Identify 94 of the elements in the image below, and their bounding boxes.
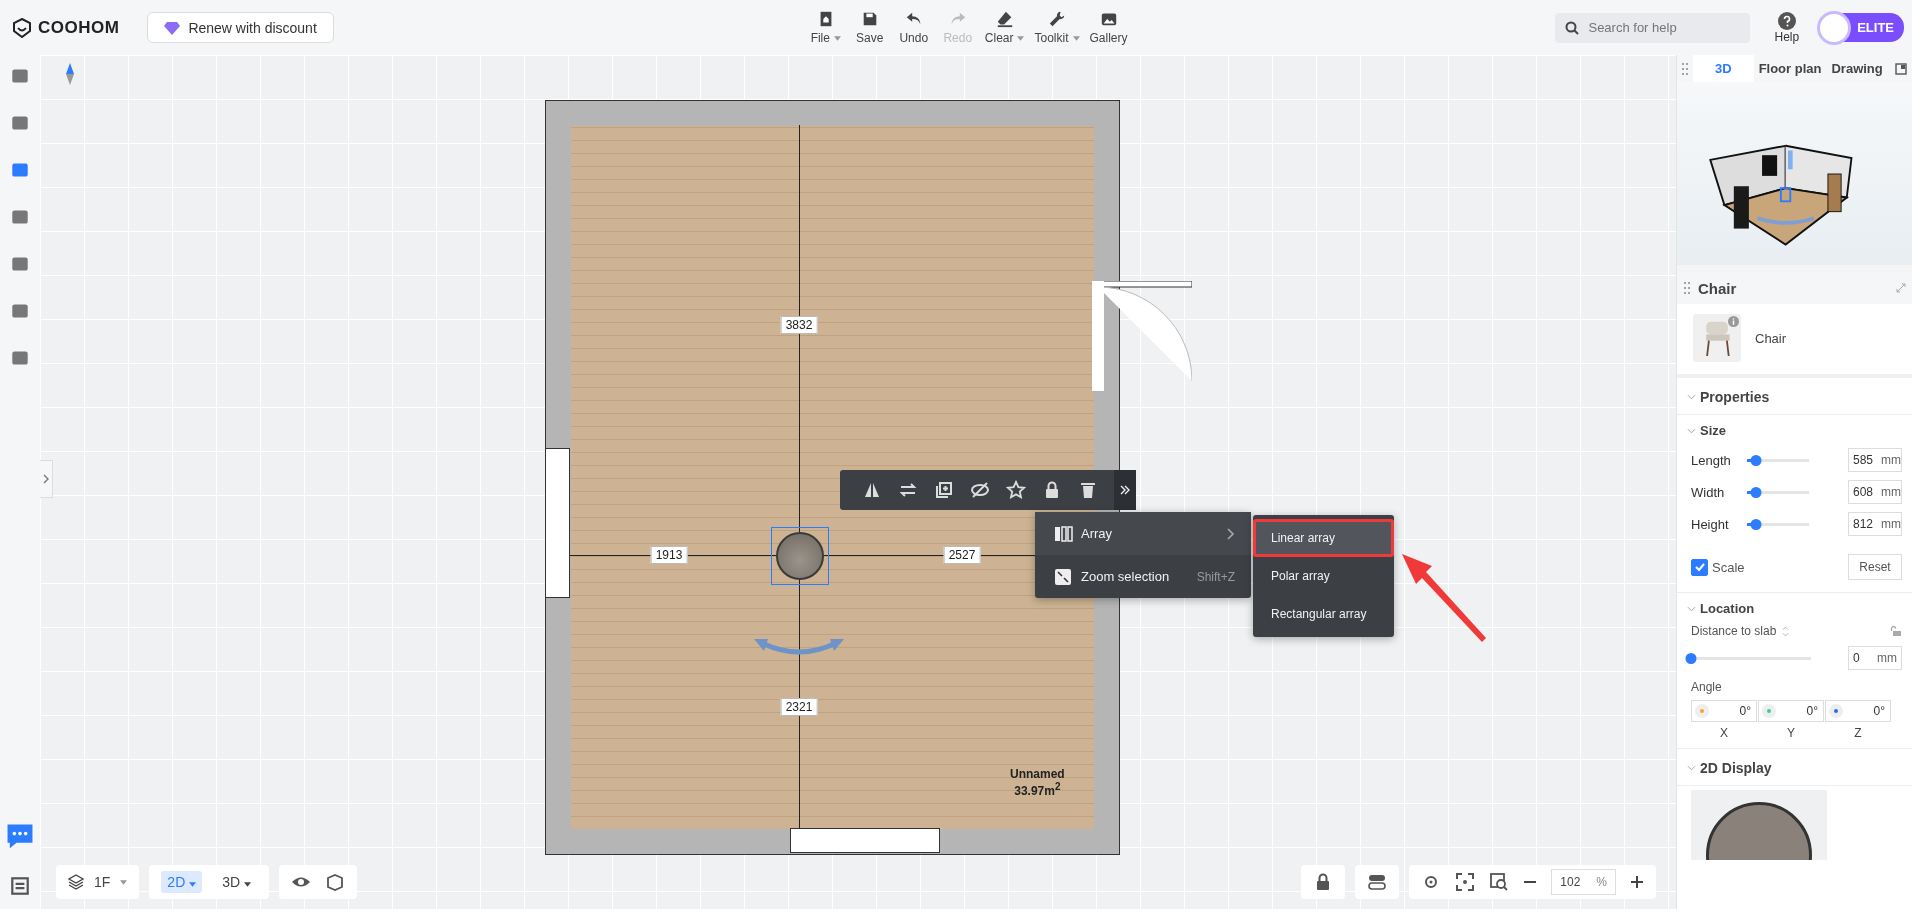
section-title: 2D Display xyxy=(1700,760,1772,776)
drag-handle-icon[interactable] xyxy=(1682,61,1688,76)
toolbar-button[interactable]: Gallery xyxy=(1089,10,1128,45)
toolbar-button[interactable]: File xyxy=(808,10,843,45)
menu-item[interactable]: Polar array xyxy=(1253,557,1394,595)
checkbox-label: Scale xyxy=(1712,559,1745,575)
axis-label: Z xyxy=(1854,726,1862,740)
angle-field[interactable]: 0° xyxy=(1691,700,1757,722)
expand-handle[interactable] xyxy=(40,460,53,498)
input-field[interactable]: 0 mm xyxy=(1848,646,1902,670)
field-label: Width xyxy=(1691,484,1726,500)
clear-icon xyxy=(995,10,1014,28)
angle-field[interactable]: 0° xyxy=(1825,700,1891,722)
view-tab[interactable]: Drawing xyxy=(1826,55,1888,82)
view-tab[interactable]: Floor plan xyxy=(1753,55,1827,82)
logo[interactable]: COOHOM xyxy=(12,17,120,38)
section-title: Properties xyxy=(1700,389,1770,405)
toggle-icon[interactable] xyxy=(1367,872,1388,892)
columns-icon xyxy=(1055,525,1073,542)
more-button[interactable] xyxy=(1114,470,1136,510)
unlock-icon[interactable] xyxy=(1890,625,1902,637)
checkmark-icon xyxy=(1693,561,1706,573)
axis-label: X xyxy=(1720,726,1728,740)
toolbar-button[interactable]: Undo xyxy=(896,10,931,45)
menu-item[interactable]: Linear array xyxy=(1253,519,1394,557)
section-title: Size xyxy=(1700,423,1726,438)
zoom-in-icon[interactable] xyxy=(1630,875,1644,889)
gem-icon xyxy=(164,20,181,35)
dimension-label: 2321 xyxy=(780,698,818,716)
menu-item[interactable]: Rectangular array xyxy=(1253,595,1394,633)
zoom-field[interactable]: 102 % xyxy=(1551,869,1616,895)
slider-thumb[interactable] xyxy=(1685,652,1697,664)
toolbar-button[interactable]: Save xyxy=(852,10,887,45)
star-icon[interactable] xyxy=(1006,480,1026,500)
item-name: Chair xyxy=(1755,330,1787,346)
slider-thumb[interactable] xyxy=(1750,518,1762,530)
expand-icon[interactable] xyxy=(1896,283,1906,293)
caret-icon xyxy=(189,882,197,887)
toolbar-button[interactable]: Clear xyxy=(984,10,1025,45)
info-icon[interactable] xyxy=(1728,316,1739,327)
room-area: 33.97m$^{2}$ xyxy=(1014,781,1061,798)
input-field[interactable]: 812 mm xyxy=(1848,512,1902,536)
avatar[interactable] xyxy=(1817,10,1852,45)
hide-icon[interactable] xyxy=(970,480,990,500)
caret-icon xyxy=(120,879,128,885)
search-box[interactable]: Search for help xyxy=(1555,12,1751,43)
renew-button[interactable]: Renew with discount xyxy=(147,12,334,43)
fit-view-icon[interactable] xyxy=(1455,872,1476,892)
search-field[interactable]: Search for help xyxy=(1588,15,1729,40)
slider-thumb[interactable] xyxy=(1750,486,1762,498)
angle-field[interactable]: 0° xyxy=(1758,700,1824,722)
view-mode-tab[interactable]: 3D xyxy=(216,871,257,893)
toolkit-icon xyxy=(1048,10,1066,28)
axis-label: Y xyxy=(1787,726,1795,740)
caret-icon xyxy=(1072,36,1080,42)
menu-item[interactable]: Zoom selection Shift+Z xyxy=(1035,555,1251,598)
checkbox[interactable] xyxy=(1691,558,1708,576)
slider-thumb[interactable] xyxy=(1750,454,1762,466)
field-label: Distance to slab xyxy=(1691,624,1777,638)
panel-title: Chair xyxy=(1698,279,1737,297)
chair-drawing[interactable] xyxy=(771,527,829,585)
menu-item[interactable]: Array xyxy=(1035,512,1251,555)
section-title: Location xyxy=(1700,601,1755,616)
layers-icon xyxy=(68,874,84,890)
copy-icon[interactable] xyxy=(934,480,954,500)
list-icon[interactable] xyxy=(9,875,31,897)
view-tab[interactable]: 3D xyxy=(1693,55,1754,82)
caret-icon xyxy=(833,36,841,42)
help-icon xyxy=(1777,11,1796,30)
room-name: Unnamed xyxy=(1010,767,1065,781)
caret-icon xyxy=(243,882,251,887)
dimension-label: 1913 xyxy=(650,546,688,564)
trash-icon[interactable] xyxy=(1078,480,1098,500)
help-button[interactable]: Help xyxy=(1774,11,1800,44)
logo-text: COOHOM xyxy=(38,17,120,38)
caret-icon xyxy=(1017,36,1025,42)
window-icon[interactable] xyxy=(1895,62,1907,75)
double-chevron-icon xyxy=(1120,485,1130,495)
toolbar-button[interactable]: Toolkit xyxy=(1034,10,1080,45)
input-field[interactable]: 585 mm xyxy=(1848,448,1902,472)
dimension-label: 2527 xyxy=(943,546,981,564)
reset-button[interactable]: Reset xyxy=(1848,554,1902,580)
zoom-icon[interactable] xyxy=(1489,872,1510,892)
shield-logo-icon xyxy=(12,17,32,38)
chevron-right-icon xyxy=(1227,527,1235,540)
dimension-label: 3832 xyxy=(780,316,818,334)
input-field[interactable]: 608 mm xyxy=(1848,480,1902,504)
field-label: Angle xyxy=(1690,679,1723,696)
compass-icon xyxy=(66,63,74,85)
expand-icon xyxy=(1055,568,1073,585)
field-label: Length xyxy=(1691,452,1732,468)
field-label: Height xyxy=(1691,516,1730,532)
search-icon xyxy=(1565,20,1580,35)
drag-handle-icon[interactable] xyxy=(1684,281,1690,295)
